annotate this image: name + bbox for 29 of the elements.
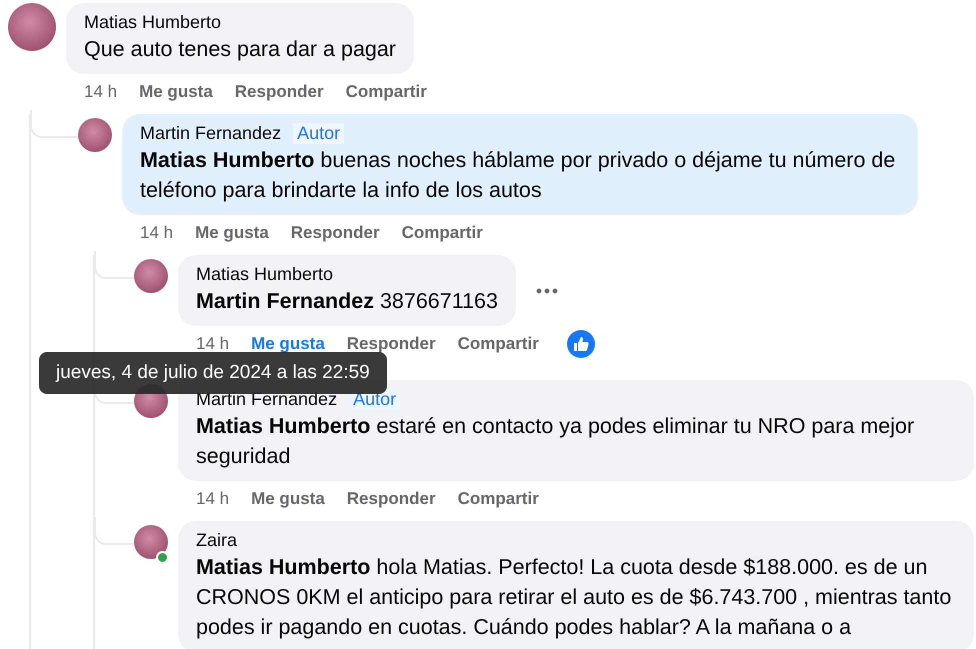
author-name-link[interactable]: Zaira [196,530,238,551]
reply-link[interactable]: Responder [346,334,436,354]
timestamp-link[interactable]: 14 h [196,489,230,509]
more-options-icon[interactable] [536,288,558,294]
share-link[interactable]: Compartir [402,223,483,243]
reply-link[interactable]: Responder [346,489,436,509]
timestamp-link[interactable]: 14 h [196,334,230,354]
comment-text: Matias Humberto estaré en contacto ya podes eliminar tu NRO para mejor seguridad [196,413,916,470]
reply-link[interactable]: Responder [234,82,324,102]
reply-link[interactable]: Responder [290,223,380,243]
like-link[interactable]: Me gusta [139,82,213,102]
comment-text: Matias Humberto hola Matias. Perfecto! La cuota desde $188.000. es de un CRONOS 0KM el anticipo para retirar el auto es de $6.743.700 , mientras tanto podes ir pagando en cuotas. Cuándo podes hablar? A la mañana o a [196,554,952,641]
timestamp-link[interactable]: 14 h [84,82,118,102]
author-name-link[interactable]: Matias Humberto [196,264,334,285]
comment-text: Matias Humberto buenas noches háblame por privado o déjame tu número de teléfono para brindarte la info de los autos [140,147,896,204]
like-link[interactable]: Me gusta [195,223,269,243]
like-link[interactable]: Me gusta [251,489,325,509]
share-link[interactable]: Compartir [346,82,427,102]
timestamp-tooltip: jueves, 4 de julio de 2024 a las 22:59 [39,352,387,394]
timestamp-link[interactable]: 14 h [140,223,174,243]
share-link[interactable]: Compartir [458,489,539,509]
comment-text: Martin Fernandez 3876671163 [196,288,498,315]
like-link[interactable]: Me gusta [251,334,325,354]
share-link[interactable]: Compartir [458,334,539,354]
thumbs-up-reaction-icon[interactable] [566,330,595,358]
comment-text: Que auto tenes para dar a pagar [84,36,396,63]
author-name-link[interactable]: Matias Humberto [84,12,222,33]
author-name-link[interactable]: Martin Fernandez [140,123,282,144]
author-badge: Autor [293,123,344,144]
